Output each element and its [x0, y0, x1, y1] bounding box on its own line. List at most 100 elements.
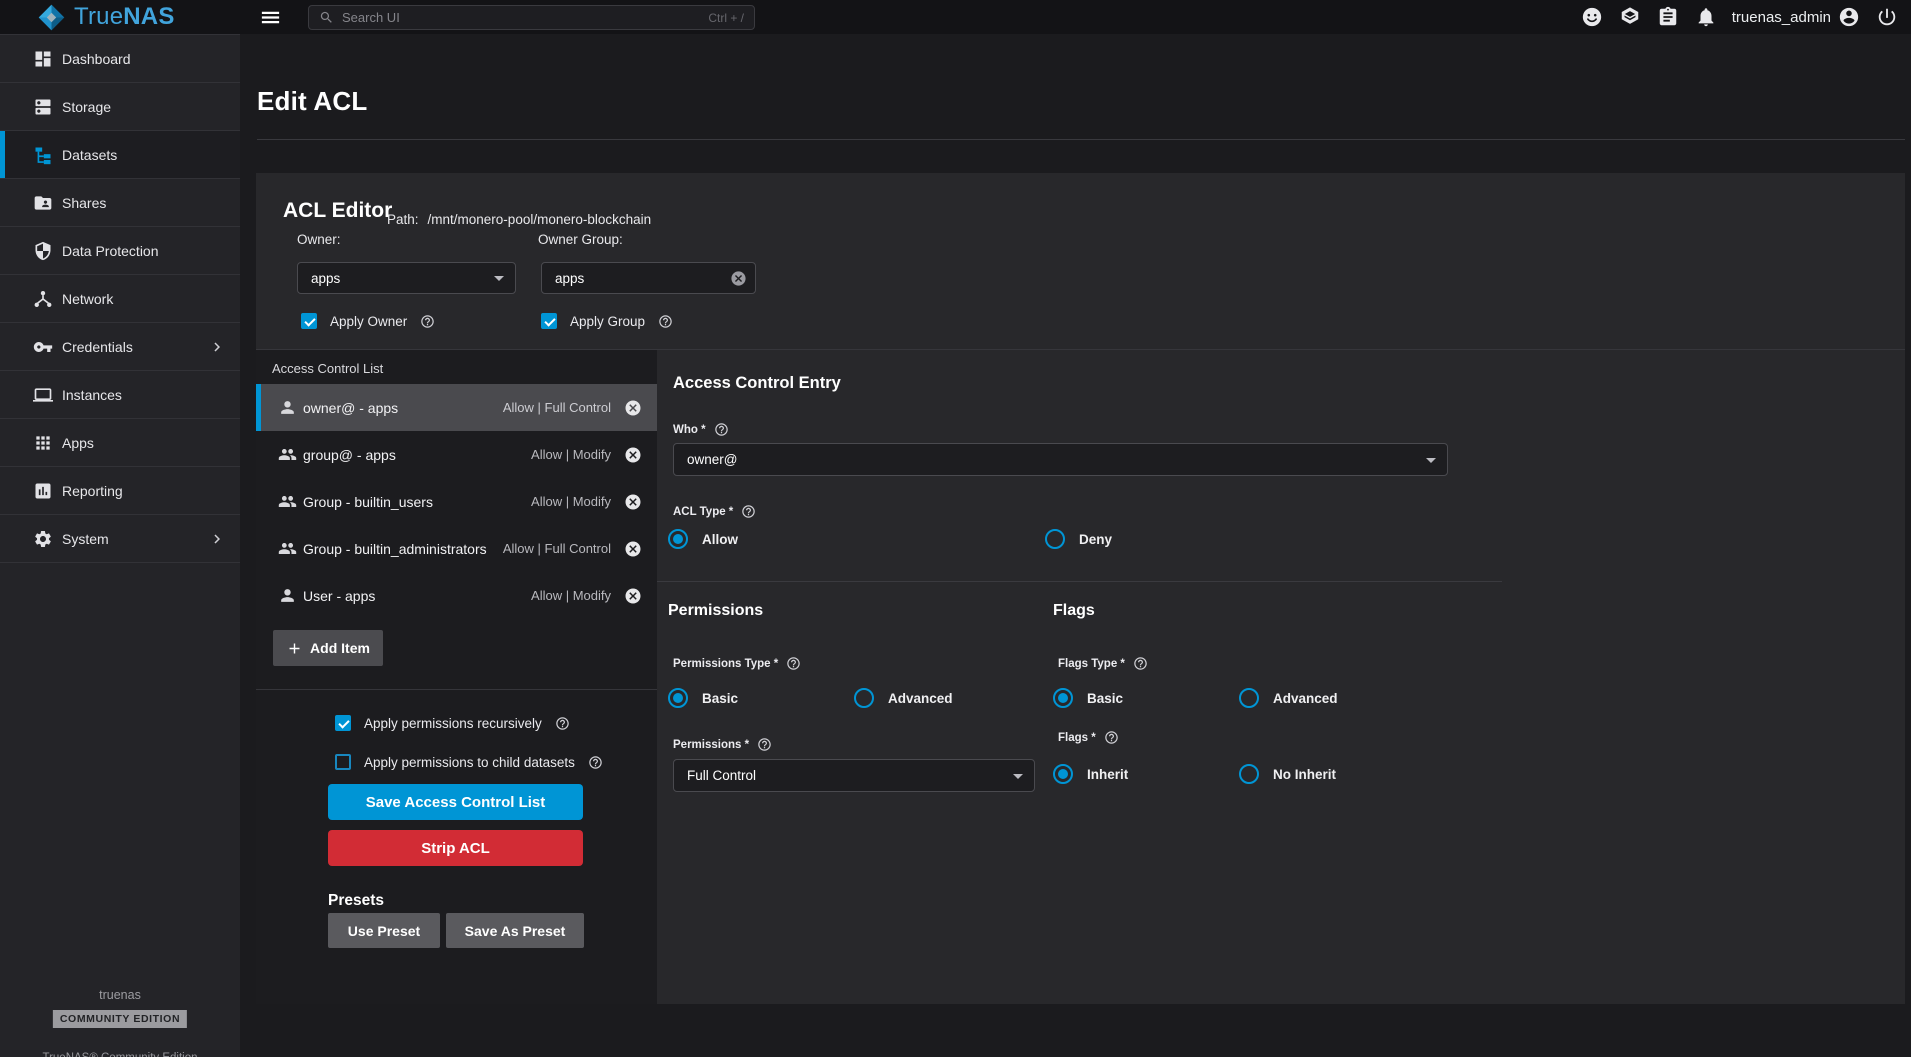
acl-entry-row[interactable]: group@ - apps Allow | Modify [256, 431, 657, 478]
truecommand-stack-icon[interactable] [1619, 6, 1641, 28]
apply-to-child-datasets-checkbox[interactable]: Apply permissions to child datasets [335, 754, 603, 770]
protection-icon [33, 241, 53, 261]
help-icon[interactable] [658, 314, 673, 329]
credentials-icon [33, 337, 53, 357]
acl-editor-card: ACL Editor Path:/mnt/monero-pool/monero-… [256, 173, 1905, 1004]
flags-no-inherit-radio[interactable]: No Inherit [1239, 764, 1336, 784]
remove-entry-icon[interactable] [624, 540, 642, 558]
help-icon[interactable] [588, 755, 603, 770]
acl-entry-row[interactable]: owner@ - apps Allow | Full Control [256, 384, 657, 431]
permissions-field-label: Permissions * [673, 737, 772, 752]
ace-divider [657, 581, 1502, 582]
presets-heading: Presets [328, 892, 384, 910]
group-icon [278, 492, 297, 511]
search-input[interactable] [342, 10, 700, 25]
sidebar-item-shares[interactable]: Shares [0, 179, 240, 227]
sidebar-item-reporting[interactable]: Reporting [0, 467, 240, 515]
help-icon[interactable] [1104, 730, 1119, 745]
main-content: Edit ACL ACL Editor Path:/mnt/monero-poo… [240, 34, 1911, 1057]
save-access-control-list-button[interactable]: Save Access Control List [328, 784, 583, 820]
instances-icon [33, 385, 53, 405]
acl-type-allow-radio[interactable]: Allow [668, 529, 738, 549]
notifications-bell-icon[interactable] [1695, 6, 1717, 28]
help-icon[interactable] [555, 716, 570, 731]
chevron-down-icon [494, 276, 504, 281]
user-icon [278, 398, 297, 417]
flags-heading: Flags [1053, 602, 1095, 620]
footer-edition-text: TrueNAS® Community Edition [0, 1052, 240, 1057]
apps-icon [33, 433, 53, 453]
page-title: Edit ACL [257, 86, 367, 117]
owner-select[interactable]: apps [297, 262, 516, 294]
remove-entry-icon[interactable] [624, 493, 642, 511]
panel-divider [256, 689, 657, 690]
plus-icon [286, 640, 303, 657]
help-icon[interactable] [757, 737, 772, 752]
help-icon[interactable] [420, 314, 435, 329]
use-preset-button[interactable]: Use Preset [328, 913, 440, 948]
strip-acl-button[interactable]: Strip ACL [328, 830, 583, 866]
datasets-icon [33, 145, 53, 165]
sidebar-item-dashboard[interactable]: Dashboard [0, 35, 240, 83]
sidebar-item-credentials[interactable]: Credentials [0, 323, 240, 371]
path-value: /mnt/monero-pool/monero-blockchain [428, 212, 652, 227]
user-icon [278, 586, 297, 605]
acl-type-field-label: ACL Type * [673, 504, 756, 519]
remove-entry-icon[interactable] [624, 446, 642, 464]
sidebar-item-storage[interactable]: Storage [0, 83, 240, 131]
feedback-smiley-icon[interactable] [1581, 6, 1603, 28]
owner-group-input[interactable]: apps [541, 262, 756, 294]
sidebar-item-datasets[interactable]: Datasets [0, 131, 240, 179]
owner-label: Owner: [297, 232, 341, 247]
acl-entry-row[interactable]: User - apps Allow | Modify [256, 572, 657, 619]
top-bar: TrueNAS Ctrl + / truenas_admin [0, 0, 1911, 34]
flags-inherit-radio[interactable]: Inherit [1053, 764, 1128, 784]
remove-entry-icon[interactable] [624, 587, 642, 605]
username-label[interactable]: truenas_admin [1732, 9, 1831, 26]
permissions-select[interactable]: Full Control [673, 759, 1035, 792]
truenas-logo-icon [38, 4, 65, 31]
permissions-type-field-label: Permissions Type * [673, 656, 801, 671]
dataset-path: Path:/mnt/monero-pool/monero-blockchain [387, 212, 651, 227]
remove-entry-icon[interactable] [624, 399, 642, 417]
ace-heading: Access Control Entry [673, 374, 841, 393]
truenas-logo[interactable]: TrueNAS [38, 3, 175, 31]
acl-editor-heading: ACL Editor [283, 199, 392, 223]
flags-type-basic-radio[interactable]: Basic [1053, 688, 1123, 708]
apply-recursively-checkbox[interactable]: Apply permissions recursively [335, 715, 570, 731]
topbar-actions: truenas_admin [1565, 0, 1898, 34]
search-box[interactable]: Ctrl + / [308, 5, 755, 30]
apply-group-checkbox[interactable]: Apply Group [541, 313, 673, 329]
help-icon[interactable] [1133, 656, 1148, 671]
who-select[interactable]: owner@ [673, 443, 1448, 476]
flags-type-advanced-radio[interactable]: Advanced [1239, 688, 1338, 708]
search-shortcut: Ctrl + / [708, 11, 744, 25]
sidebar-item-apps[interactable]: Apps [0, 419, 240, 467]
help-icon[interactable] [786, 656, 801, 671]
sidebar: Dashboard Storage Datasets Shares Data P… [0, 34, 240, 1057]
account-avatar-icon[interactable] [1838, 6, 1860, 28]
help-icon[interactable] [714, 422, 729, 437]
acl-type-deny-radio[interactable]: Deny [1045, 529, 1112, 549]
sidebar-item-system[interactable]: System [0, 515, 240, 563]
acl-entry-row[interactable]: Group - builtin_administrators Allow | F… [256, 525, 657, 572]
permissions-type-basic-radio[interactable]: Basic [668, 688, 738, 708]
help-icon[interactable] [741, 504, 756, 519]
menu-icon[interactable] [259, 6, 282, 28]
access-control-entry-panel: Access Control Entry Who * owner@ ACL Ty… [657, 350, 1905, 1004]
dashboard-icon [33, 49, 53, 69]
permissions-type-advanced-radio[interactable]: Advanced [854, 688, 953, 708]
acl-entry-row[interactable]: Group - builtin_users Allow | Modify [256, 478, 657, 525]
permissions-heading: Permissions [668, 602, 763, 620]
add-item-button[interactable]: Add Item [273, 630, 383, 666]
shares-icon [33, 193, 53, 213]
clear-icon[interactable] [730, 270, 747, 287]
jobs-clipboard-icon[interactable] [1657, 6, 1679, 28]
flags-type-field-label: Flags Type * [1058, 656, 1148, 671]
power-icon[interactable] [1876, 6, 1898, 28]
apply-owner-checkbox[interactable]: Apply Owner [301, 313, 435, 329]
save-as-preset-button[interactable]: Save As Preset [446, 913, 584, 948]
sidebar-item-instances[interactable]: Instances [0, 371, 240, 419]
sidebar-item-data-protection[interactable]: Data Protection [0, 227, 240, 275]
sidebar-item-network[interactable]: Network [0, 275, 240, 323]
